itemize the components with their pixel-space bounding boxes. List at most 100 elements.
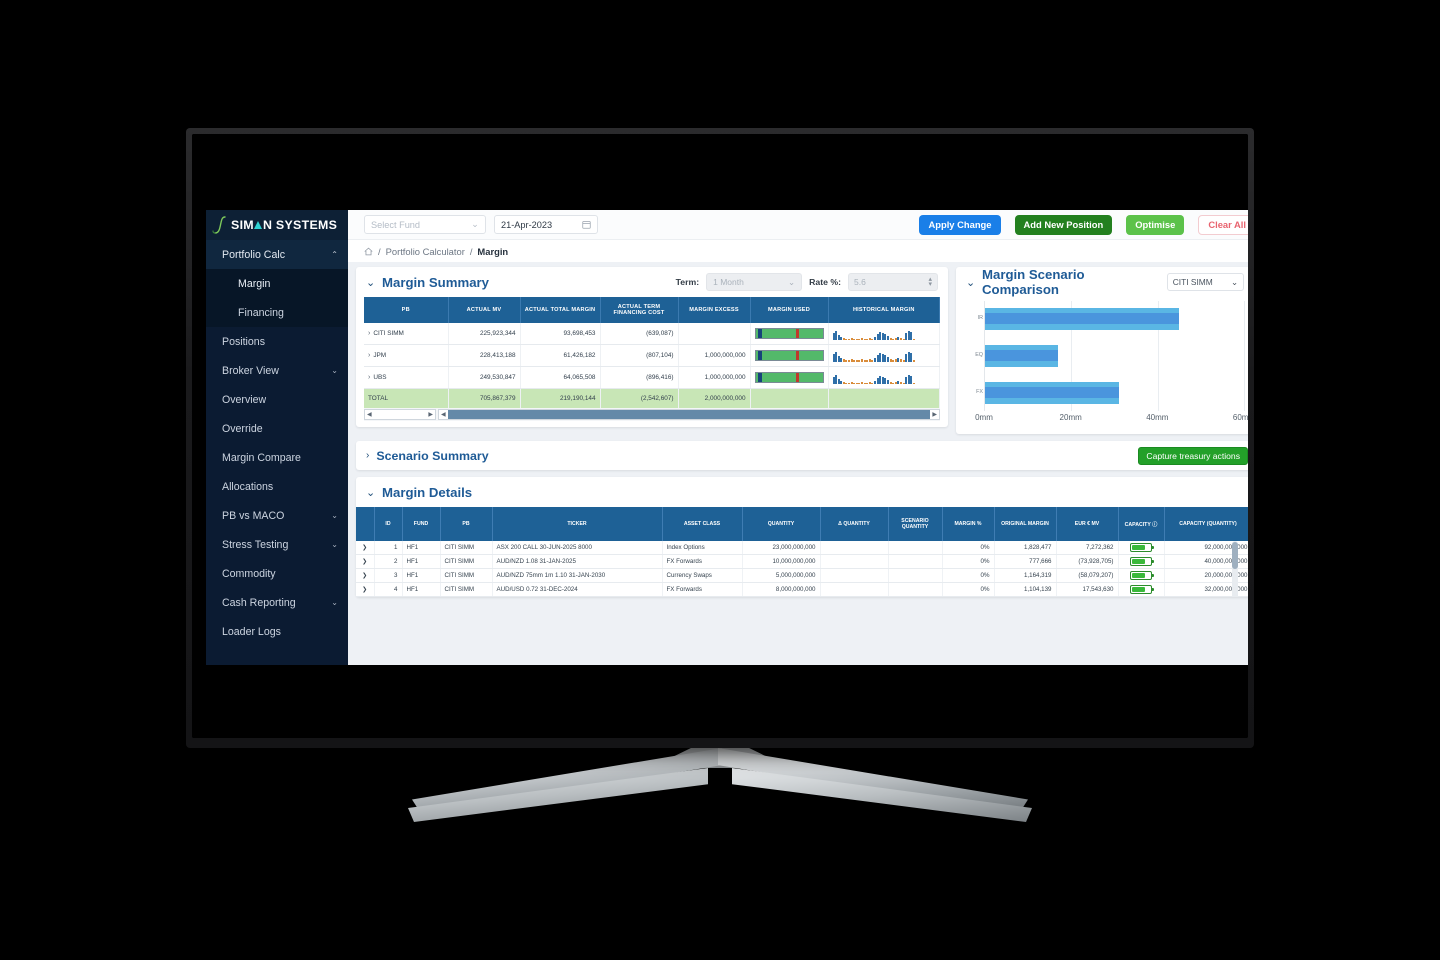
- app-logo[interactable]: SIM N SYSTEMS: [206, 210, 348, 240]
- table-row[interactable]: ❯ 4 HF1 CITI SIMM AUD/USD 0.72 31-DEC-2024 FX…: [356, 582, 1248, 597]
- scrollbar-thumb[interactable]: [447, 409, 931, 419]
- scrollbar-main[interactable]: ◀ ▶: [438, 408, 940, 420]
- column-header[interactable]: PB: [440, 507, 493, 541]
- table-row[interactable]: › JPM 228,413,188 61,426,182 (807,104) 1,000,…: [364, 344, 940, 367]
- sidebar-item-overview[interactable]: Overview: [206, 385, 348, 414]
- home-icon[interactable]: [364, 247, 373, 256]
- sidebar-item-financing[interactable]: Financing: [206, 298, 348, 327]
- column-header[interactable]: Δ QUANTITY: [820, 507, 889, 541]
- column-header[interactable]: CAPACITY (QUANTITY): [1164, 507, 1248, 541]
- spinner-icon[interactable]: ▴ ▾: [928, 276, 932, 288]
- column-header[interactable]: MARGIN EXCESS: [678, 297, 751, 323]
- sidebar-item-allocations[interactable]: Allocations: [206, 472, 348, 501]
- column-header[interactable]: FUND: [402, 507, 441, 541]
- pb-cell[interactable]: › UBS: [364, 366, 449, 389]
- column-header[interactable]: ACTUAL TERM FINANCING COST: [600, 297, 679, 323]
- scenario-quantity-cell[interactable]: [888, 582, 943, 597]
- sidebar-item-margin[interactable]: Margin: [206, 269, 348, 298]
- collapse-caret-icon[interactable]: ⌄: [366, 276, 375, 289]
- collapse-caret-icon[interactable]: ⌄: [966, 276, 975, 289]
- sidebar-nav: Portfolio Calc ⌃ Margin Financing Positions B…: [206, 240, 348, 646]
- clear-all-button[interactable]: Clear All: [1198, 214, 1248, 235]
- sidebar-item-margin-compare[interactable]: Margin Compare: [206, 443, 348, 472]
- sidebar-item-positions[interactable]: Positions: [206, 327, 348, 356]
- expand-caret-icon[interactable]: ›: [366, 450, 369, 461]
- scroll-left-arrow-icon[interactable]: ◀: [439, 411, 448, 418]
- scenario-quantity-cell[interactable]: [888, 554, 943, 569]
- row-expander-header[interactable]: [356, 507, 375, 541]
- scenario-chart: IR EQ FX 0mm 20mm 40mm 60mm: [956, 297, 1248, 434]
- delta-quantity-cell[interactable]: [820, 582, 889, 597]
- column-header[interactable]: ACTUAL MV: [448, 297, 521, 323]
- total-historical-margin-cell: [828, 388, 940, 408]
- add-new-position-button[interactable]: Add New Position: [1014, 214, 1113, 235]
- expand-row-icon[interactable]: ›: [368, 330, 370, 337]
- column-header[interactable]: PB: [364, 297, 449, 323]
- eur-mv-cell: (73,928,705): [1056, 554, 1119, 569]
- capture-treasury-actions-button[interactable]: Capture treasury actions: [1138, 446, 1248, 465]
- column-header[interactable]: ORIGINAL MARGIN: [994, 507, 1057, 541]
- column-header[interactable]: ASSET CLASS: [662, 507, 743, 541]
- sidebar-item-stress-testing[interactable]: Stress Testing ⌄: [206, 530, 348, 559]
- column-header[interactable]: SCENARIO QUANTITY: [888, 507, 943, 541]
- scroll-right-arrow-icon[interactable]: ▶: [428, 411, 433, 418]
- column-header[interactable]: MARGIN USED: [750, 297, 829, 323]
- quantity-cell: 8,000,000,000: [742, 582, 821, 597]
- expand-row-icon[interactable]: ❯: [356, 554, 375, 569]
- sidebar-item-commodity[interactable]: Commodity: [206, 559, 348, 588]
- actual-mv-cell: 225,923,344: [448, 323, 521, 345]
- fund-select[interactable]: Select Fund ⌄: [364, 215, 486, 234]
- margin-used-marker-blue: [757, 373, 762, 382]
- chart-bar[interactable]: [985, 308, 1180, 331]
- scenario-quantity-cell[interactable]: [888, 541, 943, 555]
- rate-input[interactable]: 5.6 ▴ ▾: [848, 273, 938, 291]
- sidebar-item-override[interactable]: Override: [206, 414, 348, 443]
- pb-cell[interactable]: › JPM: [364, 344, 449, 367]
- collapse-caret-icon[interactable]: ⌄: [366, 486, 375, 499]
- details-vertical-scrollbar[interactable]: [1232, 541, 1238, 597]
- delta-quantity-cell[interactable]: [820, 568, 889, 583]
- table-row[interactable]: › CITI SIMM 225,923,344 93,698,453 (639,087): [364, 323, 940, 345]
- sidebar-item-loader-logs[interactable]: Loader Logs: [206, 617, 348, 646]
- apply-change-button[interactable]: Apply Change: [919, 214, 1001, 235]
- chart-bar[interactable]: [985, 345, 1059, 367]
- scenario-quantity-cell[interactable]: [888, 568, 943, 583]
- pb-cell[interactable]: › CITI SIMM: [364, 323, 449, 345]
- optimise-button[interactable]: Optimise: [1126, 214, 1185, 235]
- expand-row-icon[interactable]: ❯: [356, 582, 375, 597]
- delta-quantity-cell[interactable]: [820, 554, 889, 569]
- chart-bar[interactable]: [985, 381, 1119, 404]
- sidebar-item-portfolio-calc[interactable]: Portfolio Calc ⌃: [206, 240, 348, 269]
- column-header[interactable]: HISTORICAL MARGIN: [828, 297, 940, 323]
- scrollbar-left-segment[interactable]: ◀ ▶: [364, 408, 436, 420]
- column-header[interactable]: TICKER: [492, 507, 663, 541]
- scroll-right-arrow-icon[interactable]: ▶: [930, 411, 939, 418]
- column-header[interactable]: ACTUAL TOTAL MARGIN: [520, 297, 601, 323]
- column-header[interactable]: MARGIN %: [942, 507, 995, 541]
- expand-row-icon[interactable]: ›: [368, 374, 370, 381]
- expand-row-icon[interactable]: ›: [368, 352, 370, 359]
- term-select[interactable]: 1 Month ⌄: [706, 273, 803, 291]
- sidebar-item-pb-vs-maco[interactable]: PB vs MACO ⌄: [206, 501, 348, 530]
- pb-select[interactable]: CITI SIMM ⌄: [1166, 273, 1244, 291]
- sidebar-item-cash-reporting[interactable]: Cash Reporting ⌄: [206, 588, 348, 617]
- expand-row-icon[interactable]: ❯: [356, 541, 375, 555]
- delta-quantity-cell[interactable]: [820, 541, 889, 555]
- expand-row-icon[interactable]: ❯: [356, 568, 375, 583]
- table-row[interactable]: ❯ 3 HF1 CITI SIMM AUD/NZD 75mm 1m 1.10 31-JA…: [356, 568, 1248, 583]
- breadcrumb-item-portfolio-calculator[interactable]: Portfolio Calculator: [386, 246, 465, 257]
- swoosh-logo-icon: [212, 216, 226, 234]
- scroll-left-arrow-icon[interactable]: ◀: [367, 411, 372, 418]
- table-row[interactable]: › UBS 249,530,847 64,065,508 (896,416) 1,000,…: [364, 366, 940, 389]
- date-input[interactable]: 21-Apr-2023: [494, 215, 598, 234]
- column-header[interactable]: CAPACITY ⓘ: [1118, 507, 1165, 541]
- table-row[interactable]: ❯ 1 HF1 CITI SIMM ASX 200 CALL 30-JUN-2025 8…: [356, 541, 1248, 555]
- column-header[interactable]: QUANTITY: [742, 507, 821, 541]
- column-header[interactable]: EUR € MV: [1056, 507, 1119, 541]
- margin-pct-cell: 0%: [942, 541, 995, 555]
- column-header[interactable]: ID: [374, 507, 403, 541]
- table-row[interactable]: ❯ 2 HF1 CITI SIMM AUD/NZD 1.08 31-JAN-2025 FX…: [356, 554, 1248, 569]
- info-icon[interactable]: ⓘ: [1151, 522, 1157, 528]
- monitor-screen: SIM N SYSTEMS Portfolio Calc ⌃ Margin Financ…: [192, 134, 1248, 738]
- sidebar-item-broker-view[interactable]: Broker View ⌄: [206, 356, 348, 385]
